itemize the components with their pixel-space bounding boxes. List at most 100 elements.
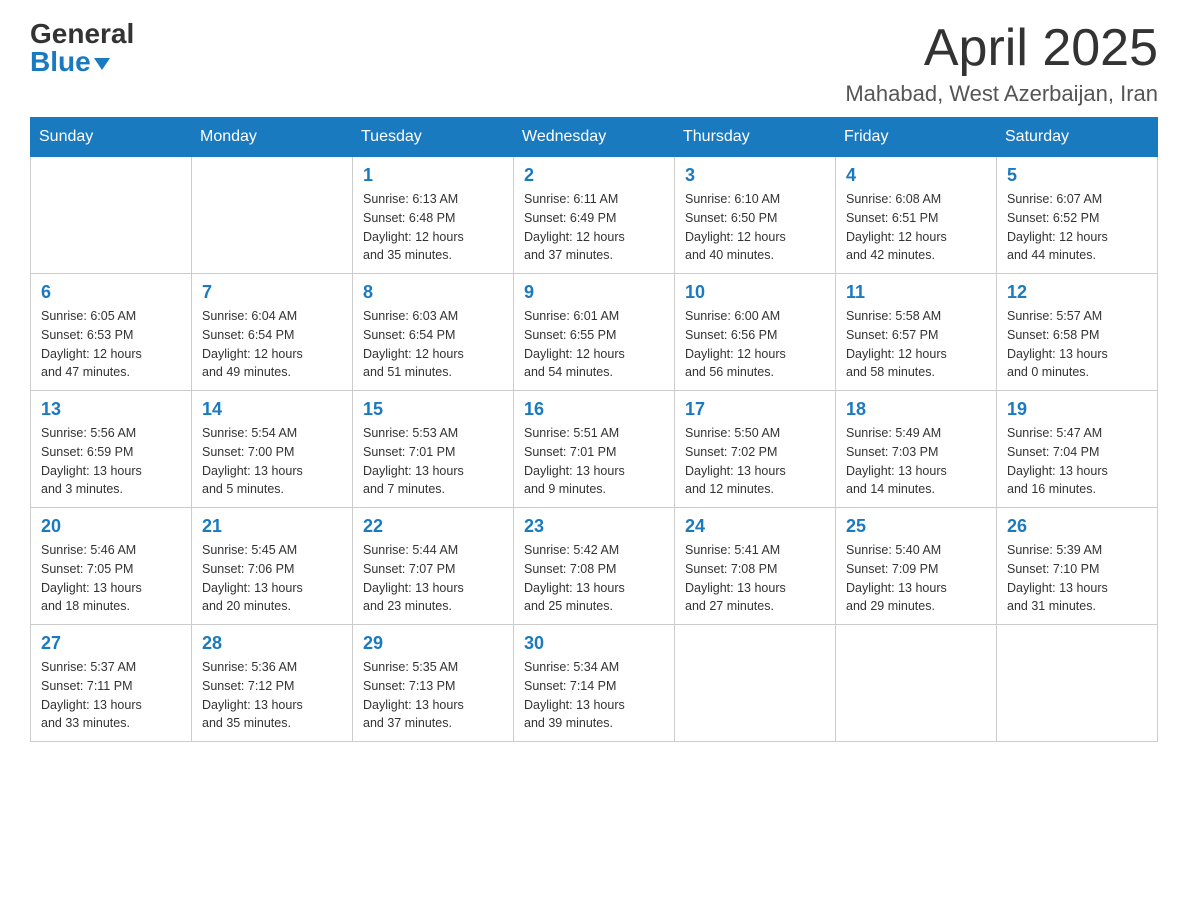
day-number: 2 xyxy=(524,165,664,186)
logo-arrow-icon xyxy=(94,58,110,70)
day-info: Sunrise: 6:01 AM Sunset: 6:55 PM Dayligh… xyxy=(524,307,664,382)
calendar-cell: 1 Sunrise: 6:13 AM Sunset: 6:48 PM Daylig… xyxy=(353,157,514,274)
weekday-header-wednesday: Wednesday xyxy=(514,118,675,157)
calendar-cell xyxy=(31,157,192,274)
day-info: Sunrise: 5:37 AM Sunset: 7:11 PM Dayligh… xyxy=(41,658,181,733)
calendar-cell: 7Sunrise: 6:04 AM Sunset: 6:54 PM Daylig… xyxy=(192,274,353,391)
day-number: 10 xyxy=(685,282,825,303)
calendar-week-5: 27 Sunrise: 5:37 AM Sunset: 7:11 PM Dayli… xyxy=(31,625,1158,742)
calendar-table: SundayMondayTuesdayWednesdayThursdayFrid… xyxy=(30,117,1158,742)
day-number: 3 xyxy=(685,165,825,186)
calendar-cell: 20Sunrise: 5:46 AM Sunset: 7:05 PM Dayli… xyxy=(31,508,192,625)
calendar-cell xyxy=(997,625,1158,742)
calendar-cell xyxy=(192,157,353,274)
day-number: 5 xyxy=(1007,165,1147,186)
day-number: 11 xyxy=(846,282,986,303)
day-info: Sunrise: 6:07 AM Sunset: 6:52 PM Dayligh… xyxy=(1007,190,1147,265)
calendar-week-1: 1 Sunrise: 6:13 AM Sunset: 6:48 PM Daylig… xyxy=(31,157,1158,274)
day-info: Sunrise: 5:44 AM Sunset: 7:07 PM Dayligh… xyxy=(363,541,503,616)
day-info: Sunrise: 6:05 AM Sunset: 6:53 PM Dayligh… xyxy=(41,307,181,382)
calendar-cell: 10Sunrise: 6:00 AM Sunset: 6:56 PM Dayli… xyxy=(675,274,836,391)
calendar-cell: 19 Sunrise: 5:47 AM Sunset: 7:04 PM Dayli… xyxy=(997,391,1158,508)
calendar-cell: 24 Sunrise: 5:41 AM Sunset: 7:08 PM Dayli… xyxy=(675,508,836,625)
day-info: Sunrise: 6:13 AM Sunset: 6:48 PM Dayligh… xyxy=(363,190,503,265)
weekday-header-monday: Monday xyxy=(192,118,353,157)
page-header: General Blue April 2025 Mahabad, West Az… xyxy=(30,20,1158,107)
day-info: Sunrise: 5:49 AM Sunset: 7:03 PM Dayligh… xyxy=(846,424,986,499)
day-number: 29 xyxy=(363,633,503,654)
day-number: 26 xyxy=(1007,516,1147,537)
calendar-cell: 4 Sunrise: 6:08 AM Sunset: 6:51 PM Daylig… xyxy=(836,157,997,274)
day-info: Sunrise: 5:39 AM Sunset: 7:10 PM Dayligh… xyxy=(1007,541,1147,616)
day-info: Sunrise: 5:54 AM Sunset: 7:00 PM Dayligh… xyxy=(202,424,342,499)
day-number: 12 xyxy=(1007,282,1147,303)
calendar-week-3: 13 Sunrise: 5:56 AM Sunset: 6:59 PM Dayli… xyxy=(31,391,1158,508)
calendar-cell: 2Sunrise: 6:11 AM Sunset: 6:49 PM Daylig… xyxy=(514,157,675,274)
day-info: Sunrise: 5:50 AM Sunset: 7:02 PM Dayligh… xyxy=(685,424,825,499)
location-title: Mahabad, West Azerbaijan, Iran xyxy=(845,81,1158,107)
weekday-header-saturday: Saturday xyxy=(997,118,1158,157)
calendar-cell: 5 Sunrise: 6:07 AM Sunset: 6:52 PM Daylig… xyxy=(997,157,1158,274)
calendar-cell xyxy=(836,625,997,742)
calendar-cell: 14 Sunrise: 5:54 AM Sunset: 7:00 PM Dayli… xyxy=(192,391,353,508)
calendar-cell: 25Sunrise: 5:40 AM Sunset: 7:09 PM Dayli… xyxy=(836,508,997,625)
logo-blue: Blue xyxy=(30,48,134,76)
day-info: Sunrise: 5:51 AM Sunset: 7:01 PM Dayligh… xyxy=(524,424,664,499)
day-number: 9 xyxy=(524,282,664,303)
calendar-week-2: 6 Sunrise: 6:05 AM Sunset: 6:53 PM Daylig… xyxy=(31,274,1158,391)
day-info: Sunrise: 5:36 AM Sunset: 7:12 PM Dayligh… xyxy=(202,658,342,733)
day-number: 27 xyxy=(41,633,181,654)
month-title: April 2025 xyxy=(845,20,1158,77)
day-number: 16 xyxy=(524,399,664,420)
day-number: 17 xyxy=(685,399,825,420)
calendar-cell: 8 Sunrise: 6:03 AM Sunset: 6:54 PM Daylig… xyxy=(353,274,514,391)
day-number: 15 xyxy=(363,399,503,420)
day-info: Sunrise: 5:41 AM Sunset: 7:08 PM Dayligh… xyxy=(685,541,825,616)
day-number: 14 xyxy=(202,399,342,420)
calendar-cell: 12Sunrise: 5:57 AM Sunset: 6:58 PM Dayli… xyxy=(997,274,1158,391)
title-area: April 2025 Mahabad, West Azerbaijan, Ira… xyxy=(845,20,1158,107)
day-info: Sunrise: 6:03 AM Sunset: 6:54 PM Dayligh… xyxy=(363,307,503,382)
day-info: Sunrise: 6:04 AM Sunset: 6:54 PM Dayligh… xyxy=(202,307,342,382)
weekday-header-thursday: Thursday xyxy=(675,118,836,157)
calendar-cell: 11 Sunrise: 5:58 AM Sunset: 6:57 PM Dayli… xyxy=(836,274,997,391)
calendar-body: 1 Sunrise: 6:13 AM Sunset: 6:48 PM Daylig… xyxy=(31,157,1158,742)
calendar-cell: 13 Sunrise: 5:56 AM Sunset: 6:59 PM Dayli… xyxy=(31,391,192,508)
day-info: Sunrise: 5:56 AM Sunset: 6:59 PM Dayligh… xyxy=(41,424,181,499)
day-number: 28 xyxy=(202,633,342,654)
calendar-header: SundayMondayTuesdayWednesdayThursdayFrid… xyxy=(31,118,1158,157)
weekday-header-row: SundayMondayTuesdayWednesdayThursdayFrid… xyxy=(31,118,1158,157)
day-info: Sunrise: 5:45 AM Sunset: 7:06 PM Dayligh… xyxy=(202,541,342,616)
calendar-week-4: 20Sunrise: 5:46 AM Sunset: 7:05 PM Dayli… xyxy=(31,508,1158,625)
day-info: Sunrise: 6:08 AM Sunset: 6:51 PM Dayligh… xyxy=(846,190,986,265)
calendar-cell: 18Sunrise: 5:49 AM Sunset: 7:03 PM Dayli… xyxy=(836,391,997,508)
calendar-cell: 28 Sunrise: 5:36 AM Sunset: 7:12 PM Dayli… xyxy=(192,625,353,742)
day-number: 13 xyxy=(41,399,181,420)
day-info: Sunrise: 5:58 AM Sunset: 6:57 PM Dayligh… xyxy=(846,307,986,382)
logo-general: General xyxy=(30,20,134,48)
day-number: 8 xyxy=(363,282,503,303)
calendar-cell: 9 Sunrise: 6:01 AM Sunset: 6:55 PM Daylig… xyxy=(514,274,675,391)
day-info: Sunrise: 5:47 AM Sunset: 7:04 PM Dayligh… xyxy=(1007,424,1147,499)
day-number: 1 xyxy=(363,165,503,186)
day-info: Sunrise: 5:53 AM Sunset: 7:01 PM Dayligh… xyxy=(363,424,503,499)
day-info: Sunrise: 5:40 AM Sunset: 7:09 PM Dayligh… xyxy=(846,541,986,616)
calendar-cell: 23Sunrise: 5:42 AM Sunset: 7:08 PM Dayli… xyxy=(514,508,675,625)
weekday-header-sunday: Sunday xyxy=(31,118,192,157)
day-number: 19 xyxy=(1007,399,1147,420)
day-info: Sunrise: 5:46 AM Sunset: 7:05 PM Dayligh… xyxy=(41,541,181,616)
day-number: 21 xyxy=(202,516,342,537)
day-info: Sunrise: 5:42 AM Sunset: 7:08 PM Dayligh… xyxy=(524,541,664,616)
calendar-cell xyxy=(675,625,836,742)
calendar-cell: 27 Sunrise: 5:37 AM Sunset: 7:11 PM Dayli… xyxy=(31,625,192,742)
calendar-cell: 22Sunrise: 5:44 AM Sunset: 7:07 PM Dayli… xyxy=(353,508,514,625)
day-number: 4 xyxy=(846,165,986,186)
calendar-cell: 3Sunrise: 6:10 AM Sunset: 6:50 PM Daylig… xyxy=(675,157,836,274)
day-number: 30 xyxy=(524,633,664,654)
calendar-cell: 21 Sunrise: 5:45 AM Sunset: 7:06 PM Dayli… xyxy=(192,508,353,625)
weekday-header-tuesday: Tuesday xyxy=(353,118,514,157)
day-number: 6 xyxy=(41,282,181,303)
calendar-cell: 6 Sunrise: 6:05 AM Sunset: 6:53 PM Daylig… xyxy=(31,274,192,391)
calendar-cell: 30Sunrise: 5:34 AM Sunset: 7:14 PM Dayli… xyxy=(514,625,675,742)
day-number: 24 xyxy=(685,516,825,537)
